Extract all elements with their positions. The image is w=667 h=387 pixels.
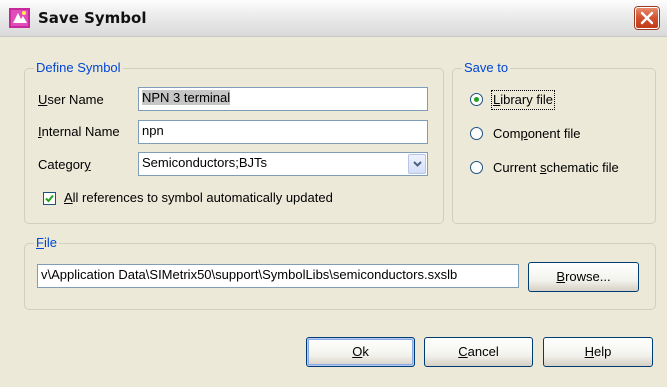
library-file-radio[interactable] bbox=[470, 93, 483, 106]
category-value: Semiconductors;BJTs bbox=[142, 155, 267, 170]
library-file-label[interactable]: Library file bbox=[491, 90, 555, 110]
internal-name-field[interactable]: npn bbox=[138, 120, 428, 144]
current-schematic-file-radio[interactable] bbox=[470, 161, 483, 174]
category-combo[interactable]: Semiconductors;BJTs bbox=[138, 152, 428, 176]
check-icon bbox=[45, 194, 54, 203]
auto-update-label[interactable]: All references to symbol automatically u… bbox=[64, 190, 333, 206]
save-to-group: Save to bbox=[452, 61, 656, 224]
current-schematic-file-label[interactable]: Current schematic file bbox=[493, 160, 619, 176]
chevron-down-icon bbox=[413, 161, 422, 167]
category-dropdown-button[interactable] bbox=[408, 154, 426, 174]
window-title: Save Symbol bbox=[38, 9, 147, 27]
user-name-field[interactable]: NPN 3 terminal bbox=[138, 87, 428, 111]
user-name-label: User Name bbox=[38, 92, 104, 107]
user-name-value: NPN 3 terminal bbox=[142, 90, 231, 105]
title-bar[interactable]: Save Symbol bbox=[0, 0, 667, 37]
file-path-field[interactable]: v\Application Data\SIMetrix50\support\Sy… bbox=[37, 264, 519, 288]
browse-button[interactable]: Browse... bbox=[528, 262, 639, 292]
file-legend: File bbox=[34, 235, 59, 250]
save-to-legend: Save to bbox=[462, 60, 511, 75]
component-file-radio[interactable] bbox=[470, 127, 483, 140]
close-button[interactable] bbox=[635, 7, 659, 29]
auto-update-checkbox[interactable] bbox=[43, 192, 56, 205]
symbol-app-icon bbox=[9, 8, 30, 28]
help-button[interactable]: Help bbox=[543, 337, 653, 367]
component-file-label[interactable]: Component file bbox=[493, 126, 580, 142]
ok-button[interactable]: Ok bbox=[306, 337, 415, 367]
radio-selected-dot bbox=[474, 97, 479, 102]
define-symbol-legend: Define Symbol bbox=[34, 60, 123, 75]
internal-name-value: npn bbox=[142, 123, 164, 138]
internal-name-label: Internal Name bbox=[38, 124, 120, 139]
save-symbol-dialog: Save Symbol Define Symbol User Name NPN … bbox=[0, 0, 667, 387]
close-icon bbox=[640, 11, 654, 25]
cancel-button[interactable]: Cancel bbox=[424, 337, 533, 367]
file-path-value: v\Application Data\SIMetrix50\support\Sy… bbox=[41, 267, 458, 282]
category-label: Category bbox=[38, 157, 91, 172]
